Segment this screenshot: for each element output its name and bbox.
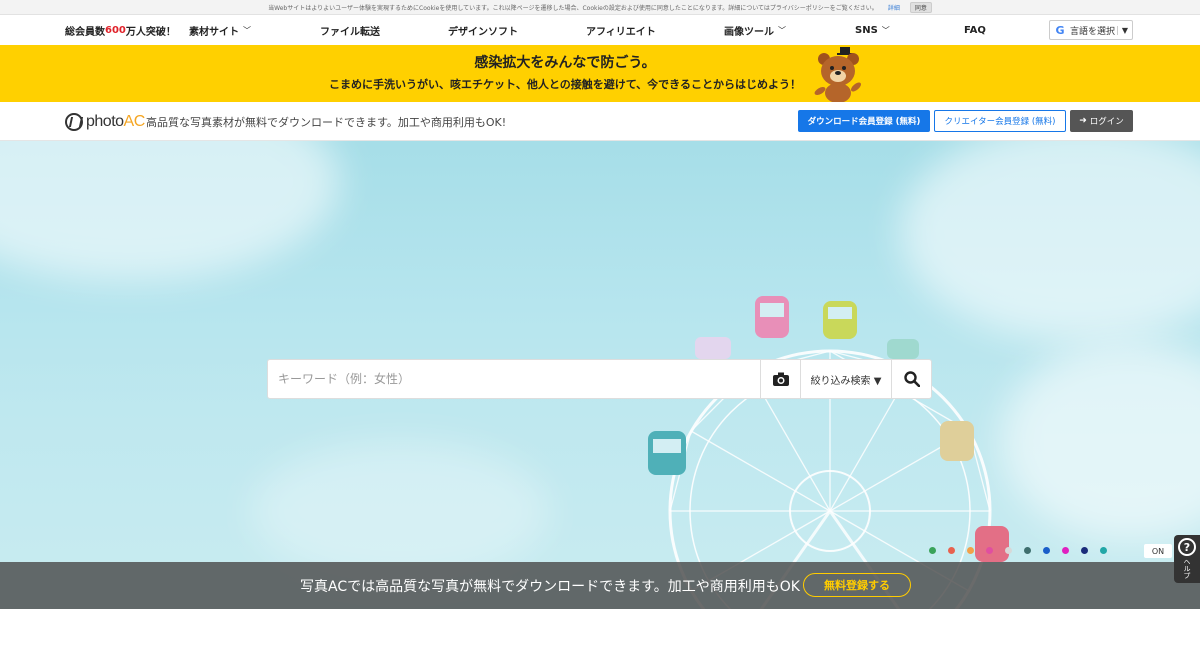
- google-icon: G: [1055, 23, 1065, 37]
- nav-item-label: FAQ: [964, 24, 986, 36]
- color-filter-dot[interactable]: [929, 547, 936, 554]
- nav-item-material-sites[interactable]: 素材サイト ﹀: [189, 15, 251, 45]
- search-bar: 絞り込み検索 ▼: [267, 359, 932, 399]
- logo-text-ac: AC: [123, 113, 146, 130]
- filter-search-button[interactable]: 絞り込み検索 ▼: [800, 360, 891, 398]
- color-filter-dot[interactable]: [967, 547, 974, 554]
- member-count-number: 600: [105, 24, 126, 36]
- nav-item-label: SNS: [855, 24, 878, 36]
- color-filter-dot[interactable]: [1100, 547, 1107, 554]
- login-icon: ➜: [1079, 116, 1087, 126]
- search-submit-button[interactable]: [891, 360, 931, 398]
- main-navigation: 総会員数 600 万人突破！ 素材サイト ﹀ ファイル転送 デザインソフト アフィリエ…: [0, 15, 1200, 45]
- photoac-logo-icon: [65, 113, 83, 131]
- help-button[interactable]: ? ヘルプ: [1174, 535, 1200, 583]
- search-input[interactable]: [268, 360, 760, 398]
- chevron-down-icon: ﹀: [881, 25, 890, 35]
- hero-section: 絞り込み検索 ▼ ON 写真ACでは高品質な写真が無料でダウンロードできます。加…: [0, 141, 1200, 609]
- nav-item-design-software[interactable]: デザインソフト: [448, 15, 518, 45]
- color-filter-dot[interactable]: [1081, 547, 1088, 554]
- color-filter-dot[interactable]: [986, 547, 993, 554]
- camera-icon: [772, 372, 789, 386]
- cta-text: 写真ACでは高品質な写真が無料でダウンロードできます。加工や商用利用もOK: [300, 579, 800, 595]
- nav-item-affiliate[interactable]: アフィリエイト: [586, 15, 656, 45]
- nav-item-label: デザインソフト: [448, 26, 518, 38]
- bear-mascot-icon: [814, 47, 861, 103]
- image-search-button[interactable]: [760, 360, 800, 398]
- help-label: ヘルプ: [1183, 558, 1191, 579]
- logo-text-photo: photo: [86, 113, 124, 130]
- nav-item-faq[interactable]: FAQ: [964, 15, 986, 45]
- download-register-button[interactable]: ダウンロード会員登録 (無料): [798, 110, 930, 132]
- covid-banner-subtitle: こまめに手洗いうがい、咳エチケット、他人との接触を避けて、今できることからはじめ…: [329, 78, 801, 91]
- nav-item-label: 画像ツール: [724, 26, 774, 38]
- nav-item-label: 素材サイト: [189, 26, 239, 38]
- dropdown-arrow-icon: ▼: [1116, 25, 1132, 35]
- nav-item-file-transfer[interactable]: ファイル転送: [320, 15, 380, 45]
- nav-item-label: アフィリエイト: [586, 26, 656, 38]
- covid-banner[interactable]: 感染拡大をみんなで防ごう。 こまめに手洗いうがい、咳エチケット、他人との接触を避…: [0, 45, 1200, 103]
- member-count: 総会員数 600 万人突破！: [65, 15, 176, 45]
- search-icon: [903, 371, 920, 387]
- nav-item-sns[interactable]: SNS ﹀: [855, 15, 890, 45]
- cookie-notice-text: 当Webサイトはよりよいユーザー体験を実現するためにCookieを使用しています…: [268, 4, 878, 12]
- creator-register-button[interactable]: クリエイター会員登録 (無料): [934, 110, 1066, 132]
- cookie-agree-button[interactable]: 同意: [909, 1, 932, 13]
- slideshow-toggle[interactable]: ON: [1144, 544, 1172, 558]
- brand-bar: photoAC 高品質な写真素材が無料でダウンロードできます。加工や商用利用もO…: [0, 102, 1200, 141]
- chevron-down-icon: ﹀: [778, 25, 786, 35]
- cookie-notice-bar: 当Webサイトはよりよいユーザー体験を実現するためにCookieを使用しています…: [0, 0, 1200, 15]
- free-signup-button[interactable]: 無料登録する: [803, 573, 911, 597]
- color-filter-dot[interactable]: [1043, 547, 1050, 554]
- member-count-prefix: 総会員数: [65, 26, 105, 38]
- chevron-down-icon: ﹀: [243, 25, 251, 35]
- color-filter-dot[interactable]: [1024, 547, 1031, 554]
- login-label: ログイン: [1089, 117, 1124, 127]
- member-count-suffix: 万人突破！: [125, 26, 176, 38]
- language-select[interactable]: G 言語を選択 ▼: [1049, 20, 1133, 40]
- color-filter-dots: [929, 547, 1107, 554]
- color-filter-dot[interactable]: [1005, 547, 1012, 554]
- login-button[interactable]: ➜ ログイン: [1070, 110, 1133, 132]
- cookie-detail-link[interactable]: 詳細: [888, 3, 900, 12]
- color-filter-dot[interactable]: [1062, 547, 1069, 554]
- color-filter-dot[interactable]: [948, 547, 955, 554]
- covid-banner-title: 感染拡大をみんなで防ごう。: [474, 55, 656, 71]
- nav-item-label: ファイル転送: [320, 26, 380, 38]
- language-select-label: 言語を選択: [1070, 26, 1116, 37]
- site-tagline: 高品質な写真素材が無料でダウンロードできます。加工や商用利用もOK!: [146, 116, 507, 129]
- question-icon: ?: [1178, 538, 1196, 556]
- photoac-logo[interactable]: photoAC: [65, 111, 145, 133]
- signup-cta-bar: 写真ACでは高品質な写真が無料でダウンロードできます。加工や商用利用もOK 無料…: [0, 562, 1200, 609]
- nav-item-image-tools[interactable]: 画像ツール ﹀: [724, 15, 786, 45]
